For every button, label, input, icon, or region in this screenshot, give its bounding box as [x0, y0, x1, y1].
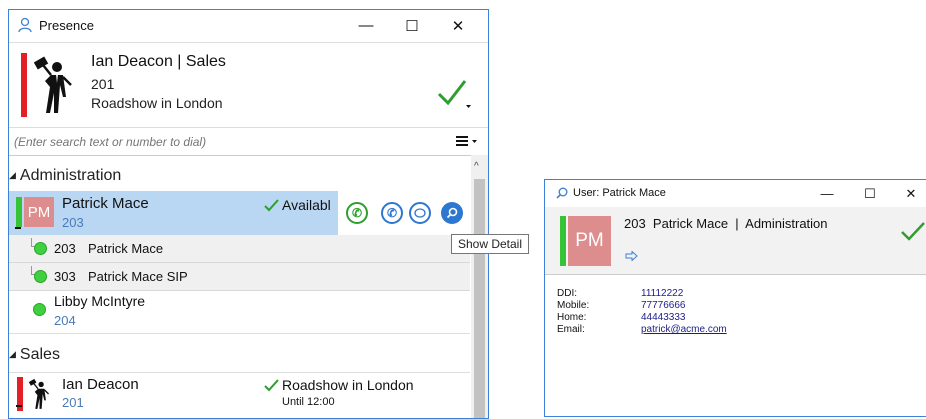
- businessman-icon: [28, 378, 50, 409]
- presence-window: Presence — ☐ ✕ Ian Deacon | Sales 201 Ro…: [8, 9, 489, 419]
- user-detail-window: User: Patrick Mace — ☐ ✕ PM 203 Patrick …: [544, 179, 926, 417]
- menu-button[interactable]: [455, 133, 481, 149]
- current-user-card: Ian Deacon | Sales 201 Roadshow in Londo…: [9, 42, 488, 128]
- contact-name: Ian Deacon: [62, 376, 139, 393]
- available-status-icon: [34, 242, 47, 255]
- maximize-button[interactable]: ☐: [389, 10, 435, 41]
- search-bar: [9, 127, 488, 156]
- tooltip: Show Detail: [451, 234, 529, 254]
- contact-name: Patrick Mace: [62, 195, 149, 212]
- current-user-extension: 201: [91, 76, 115, 92]
- chat-bubble-icon: [414, 207, 426, 218]
- current-user-name: Ian Deacon | Sales: [91, 53, 226, 70]
- user-header: PM 203 Patrick Mace | Administration: [545, 207, 926, 275]
- collapse-triangle-icon: ◢: [9, 349, 16, 359]
- maximize-icon: ☐: [864, 185, 876, 201]
- detail-row-ddi: DDI: 11112222: [557, 288, 683, 299]
- detail-row-mobile: Mobile: 77776666: [557, 300, 686, 311]
- contact-status: Roadshow in London: [282, 377, 414, 393]
- avatar: PM: [568, 216, 611, 266]
- scrollbar-thumb[interactable]: [474, 179, 485, 418]
- contact-extension: 203: [62, 215, 84, 230]
- transfer-arrow-icon[interactable]: [625, 251, 638, 261]
- current-user-status: Roadshow in London: [91, 95, 223, 111]
- contact-name: Libby McIntyre: [54, 293, 146, 309]
- avatar: [29, 53, 77, 117]
- device-row[interactable]: 203 Patrick Mace: [9, 235, 470, 263]
- detail-row-email: Email: patrick@acme.com: [557, 324, 727, 335]
- maximize-button[interactable]: ☐: [848, 180, 892, 207]
- group-name: Sales: [19, 346, 60, 363]
- detail-value[interactable]: 11112222: [641, 288, 683, 299]
- close-button[interactable]: ✕: [435, 10, 481, 41]
- magnifier-icon: [446, 207, 458, 219]
- contact-row[interactable]: Libby McIntyre 204: [9, 291, 470, 334]
- detail-value[interactable]: 44443333: [641, 312, 686, 323]
- device-name: Patrick Mace: [88, 241, 164, 256]
- checkmark-icon: [264, 379, 279, 392]
- close-icon: ✕: [905, 185, 917, 201]
- minimize-icon: —: [820, 186, 834, 201]
- contact-status: Availabl: [282, 197, 331, 213]
- device-number: 203: [54, 241, 76, 256]
- maximize-icon: ☐: [405, 17, 419, 35]
- chat-button[interactable]: [409, 202, 431, 224]
- window-title: User: Patrick Mace: [573, 187, 666, 199]
- user-header-text: 203 Patrick Mace | Administration: [624, 216, 828, 231]
- detail-label: Home:: [557, 312, 587, 323]
- status-dropdown[interactable]: [435, 77, 473, 113]
- title-bar[interactable]: Presence — ☐ ✕: [9, 10, 488, 41]
- scrollbar[interactable]: ^: [471, 155, 488, 418]
- close-icon: ✕: [451, 17, 465, 35]
- call-mobile-button[interactable]: ✆: [346, 202, 368, 224]
- group-name: Administration: [19, 167, 122, 184]
- close-button[interactable]: ✕: [891, 180, 926, 207]
- title-bar[interactable]: User: Patrick Mace — ☐ ✕: [545, 180, 926, 207]
- contact-row[interactable]: Ian Deacon 201 Roadshow in London Until …: [9, 372, 470, 413]
- group-header-sales[interactable]: ◢ Sales: [9, 346, 60, 364]
- collapse-triangle-icon: ◢: [9, 170, 16, 180]
- checkmark-icon: [437, 80, 471, 108]
- status-bar: [21, 53, 27, 117]
- call-button[interactable]: ✆: [381, 202, 403, 224]
- expand-minus-icon: [16, 405, 22, 407]
- scroll-up-arrow-icon[interactable]: ^: [474, 161, 479, 172]
- status-bar: [16, 197, 22, 227]
- contact-extension: 204: [54, 313, 76, 328]
- group-header-administration[interactable]: ◢ Administration: [9, 167, 121, 185]
- available-status-icon: [34, 270, 47, 283]
- device-number: 303: [54, 269, 76, 284]
- contact-row-selected[interactable]: PM Patrick Mace 203 Availabl ✆ ✆: [9, 191, 470, 235]
- avatar: PM: [24, 197, 54, 227]
- businessman-icon: [33, 56, 72, 113]
- phone-icon: ✆: [386, 206, 398, 220]
- show-detail-button[interactable]: [441, 202, 463, 224]
- detail-row-home: Home: 44443333: [557, 312, 686, 323]
- contact-extension: 201: [62, 395, 84, 410]
- status-bar: [560, 216, 566, 266]
- phone-call-icon: ✆: [351, 206, 363, 220]
- minimize-button[interactable]: —: [805, 180, 849, 207]
- detail-label: Mobile:: [557, 300, 590, 311]
- detail-value[interactable]: 77776666: [641, 300, 686, 311]
- search-icon: [556, 187, 568, 199]
- available-status-icon: [33, 303, 46, 316]
- window-title: Presence: [39, 18, 94, 33]
- checkmark-icon: [901, 222, 925, 241]
- detail-label: Email:: [557, 324, 585, 335]
- detail-label: DDI:: [557, 288, 577, 299]
- user-icon: [18, 17, 32, 33]
- status-until: Until 12:00: [282, 396, 335, 408]
- expand-minus-icon: [15, 227, 21, 229]
- hamburger-menu-icon: [456, 136, 477, 146]
- search-input[interactable]: [12, 131, 436, 153]
- device-row[interactable]: 303 Patrick Mace SIP: [9, 263, 470, 291]
- minimize-button[interactable]: —: [343, 10, 389, 41]
- device-name: Patrick Mace SIP: [88, 269, 188, 284]
- checkmark-icon: [264, 199, 279, 212]
- email-link[interactable]: patrick@acme.com: [641, 324, 727, 335]
- minimize-icon: —: [358, 17, 374, 34]
